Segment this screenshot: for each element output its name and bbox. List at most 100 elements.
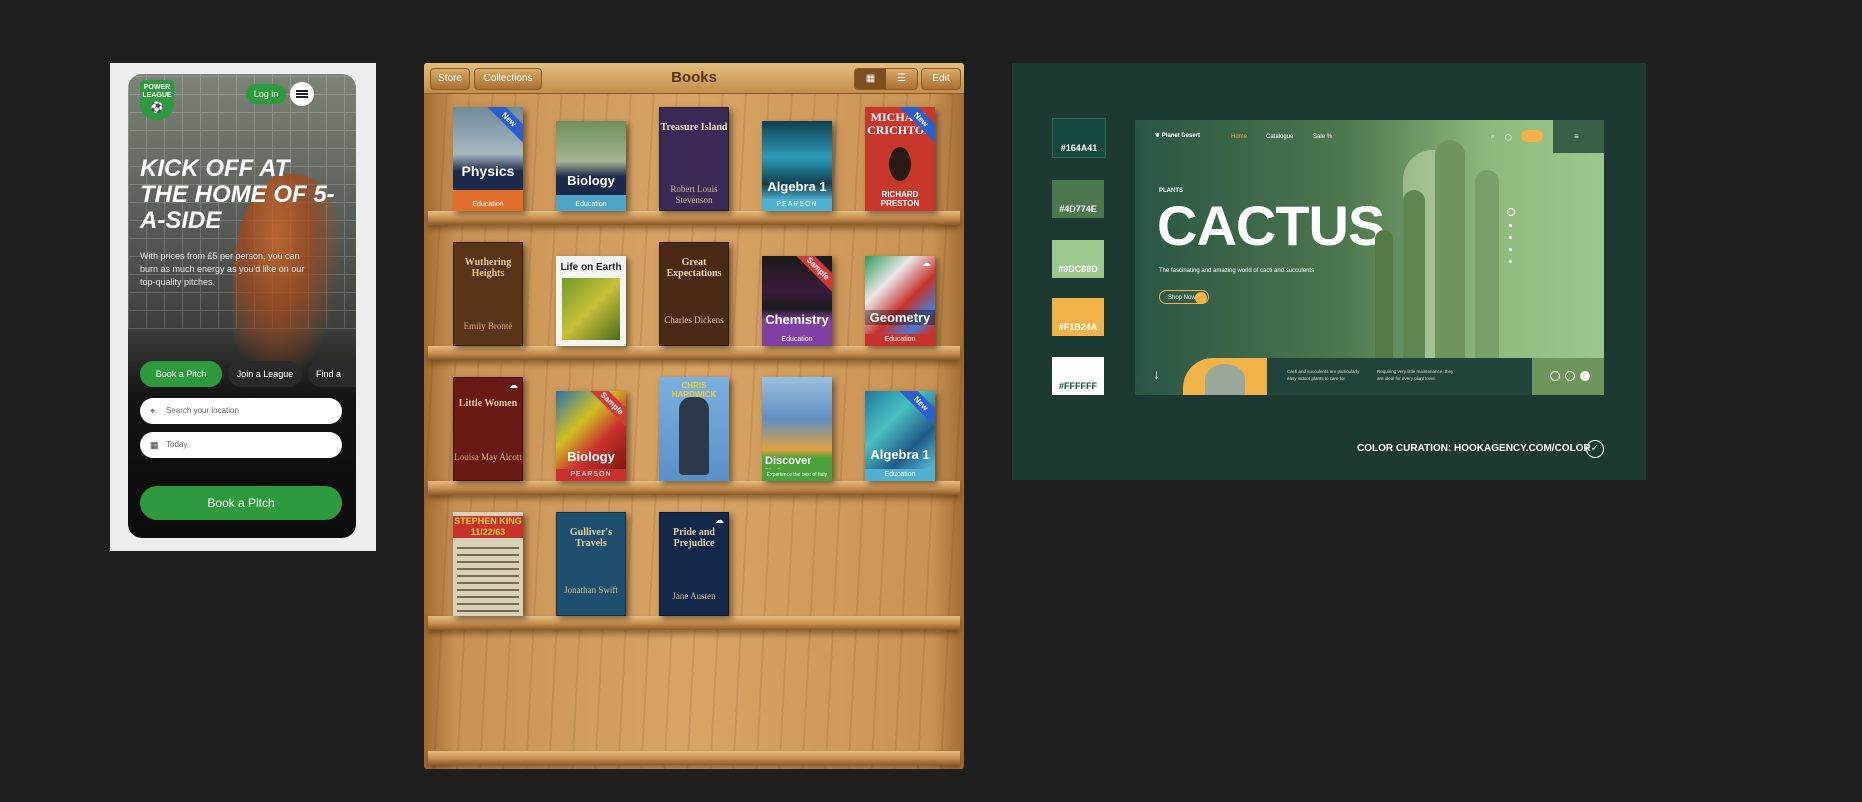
book-cover[interactable]: Gulliver's Travels Jonathan Swift bbox=[556, 512, 626, 616]
book-publisher: PEARSON bbox=[762, 199, 832, 211]
cart-icon[interactable] bbox=[1521, 130, 1543, 142]
book-cover[interactable]: Wuthering Heights Emily Brontë bbox=[453, 242, 523, 346]
cloud-download-icon[interactable]: ☁ bbox=[715, 515, 724, 526]
logo-text-line1: POWER bbox=[143, 84, 171, 91]
view-toggle: ▦ ☰ bbox=[854, 68, 918, 90]
book-title: Wuthering Heights bbox=[464, 257, 512, 279]
edit-button[interactable]: Edit bbox=[921, 68, 961, 90]
collections-button[interactable]: Collections bbox=[474, 68, 542, 90]
succulent-pot-image bbox=[1183, 358, 1267, 395]
book-title: Biology bbox=[567, 173, 615, 188]
slider-dot[interactable] bbox=[1509, 248, 1512, 251]
beetle-illustration bbox=[889, 147, 911, 181]
book-cover[interactable]: Biology Education bbox=[556, 121, 626, 211]
book-cover[interactable]: Chemistry Education Sample bbox=[762, 256, 832, 346]
book-publisher: Education bbox=[762, 334, 832, 346]
book-publisher: Education bbox=[865, 334, 935, 346]
prev-circle-icon[interactable] bbox=[1550, 371, 1560, 381]
book-author: RICHARD PRESTON bbox=[880, 190, 920, 208]
power-league-logo[interactable]: POWER LEAGUE ⚽ bbox=[140, 80, 174, 120]
book-cover[interactable]: Great Expectations Charles Dickens bbox=[659, 242, 729, 346]
info-strip: Cacti and succulents are particularly ea… bbox=[1267, 358, 1604, 395]
menu-panel: ≡ bbox=[1553, 120, 1604, 153]
login-button[interactable]: Log in bbox=[246, 84, 286, 104]
menu-icon[interactable]: ≡ bbox=[1574, 132, 1579, 141]
book-cover[interactable]: Algebra 1 Education New bbox=[865, 391, 935, 481]
location-pin-icon: ⌖ bbox=[150, 406, 156, 416]
shop-now-button[interactable]: Shop Now bbox=[1159, 290, 1209, 304]
book-cover[interactable]: CHRIS HARDWICK bbox=[659, 377, 729, 481]
color-curation-credit: COLOR CURATION: HOOKAGENCY.COM/COLOR bbox=[1357, 443, 1591, 454]
shelf-plank bbox=[428, 481, 960, 495]
book-cover[interactable]: Algebra 1 PEARSON bbox=[762, 121, 832, 211]
swatch-hex: #164A41 bbox=[1060, 143, 1098, 153]
cactus-main-stem bbox=[1435, 140, 1465, 360]
book-title: Physics bbox=[461, 163, 515, 179]
slider-dot[interactable] bbox=[1509, 224, 1512, 227]
tab-join-a-league[interactable]: Join a League bbox=[228, 361, 302, 387]
book-author: Robert Louis Stevenson bbox=[670, 184, 718, 205]
list-view-icon[interactable]: ☰ bbox=[886, 69, 917, 89]
book-title: Biology bbox=[567, 449, 615, 464]
book-cover[interactable]: Physics Education New bbox=[453, 107, 523, 211]
swatch-ffffff: #FFFFFF bbox=[1052, 357, 1104, 395]
next-circle-icon[interactable] bbox=[1580, 371, 1590, 381]
tab-find[interactable]: Find a bbox=[308, 361, 356, 387]
shelf-plank bbox=[428, 346, 960, 360]
book-cover[interactable]: Discover Italy Experience the best of It… bbox=[762, 377, 832, 481]
slider-dot-active[interactable] bbox=[1507, 208, 1515, 216]
planet-desert-logo[interactable]: ❦ Planet Desert bbox=[1155, 132, 1200, 139]
cloud-download-icon[interactable]: ☁ bbox=[509, 380, 518, 391]
scroll-down-arrow-icon[interactable]: ↓ bbox=[1153, 366, 1160, 382]
cover-photo-insect bbox=[562, 278, 620, 340]
pause-circle-icon[interactable] bbox=[1565, 371, 1575, 381]
ibooks-bookshelf: Books Store Collections ▦ ☰ Edit Physics… bbox=[424, 63, 964, 769]
book-cover[interactable]: STEPHEN KING 11/22/63 bbox=[453, 512, 523, 616]
phone-screen: POWER LEAGUE ⚽ Log in KICK OFF AT THE HO… bbox=[128, 74, 356, 538]
swatch-4d774e: #4D774E bbox=[1052, 180, 1104, 218]
book-title: Algebra 1 bbox=[767, 179, 827, 194]
book-cover[interactable]: Pride and Prejudice Jane Austen ☁ bbox=[659, 512, 729, 616]
swatch-hex: #4D774E bbox=[1059, 204, 1097, 214]
book-cover[interactable]: Geometry Education ☁ bbox=[865, 256, 935, 346]
cover-photo-person bbox=[679, 397, 709, 475]
cactus-website-preview: ❦ Planet Desert Home Catalogue Sale % ⌕ … bbox=[1135, 120, 1604, 395]
date-field[interactable]: ▦ Today bbox=[140, 432, 342, 458]
football-icon: ⚽ bbox=[150, 102, 164, 114]
grid-view-icon[interactable]: ▦ bbox=[855, 69, 886, 89]
calendar-icon: ▦ bbox=[150, 440, 159, 450]
shop-now-label: Shop Now bbox=[1168, 295, 1196, 301]
hamburger-menu-icon[interactable] bbox=[290, 82, 314, 106]
book-author: Louisa May Alcott bbox=[454, 452, 522, 462]
book-cover[interactable]: Life on Earth bbox=[556, 256, 626, 346]
location-placeholder: Search your location bbox=[166, 406, 239, 415]
swatch-hex: #FFFFFF bbox=[1059, 381, 1097, 391]
book-cover[interactable]: MICHAEL CRICHTON RICHARD PRESTON New bbox=[865, 107, 935, 211]
tab-book-a-pitch[interactable]: Book a Pitch bbox=[140, 361, 222, 387]
user-icon[interactable]: ◯ bbox=[1505, 134, 1512, 141]
nav-catalogue[interactable]: Catalogue bbox=[1266, 134, 1293, 140]
book-cover[interactable]: Little Women Louisa May Alcott ☁ bbox=[453, 377, 523, 481]
book-title: STEPHEN KING 11/22/63 bbox=[453, 516, 523, 538]
nav-home[interactable]: Home bbox=[1231, 134, 1247, 140]
search-icon[interactable]: ⌕ bbox=[1491, 134, 1494, 141]
hook-agency-logo-icon[interactable]: ✓ bbox=[1586, 440, 1604, 458]
store-button[interactable]: Store bbox=[430, 68, 470, 90]
nav-sale[interactable]: Sale % bbox=[1313, 134, 1332, 140]
book-title: Little Women bbox=[458, 398, 518, 409]
book-cover[interactable]: Biology PEARSON Sample bbox=[556, 391, 626, 481]
slider-dot[interactable] bbox=[1509, 260, 1512, 263]
cloud-download-icon[interactable]: ☁ bbox=[922, 258, 931, 269]
cactus-headline: CACTUS bbox=[1157, 194, 1385, 257]
cactus-left-arm bbox=[1403, 190, 1425, 360]
book-publisher: Education bbox=[453, 199, 523, 211]
book-a-pitch-button[interactable]: Book a Pitch bbox=[140, 486, 342, 520]
cactus-right-arm bbox=[1475, 170, 1499, 360]
book-publisher: Education bbox=[865, 469, 935, 481]
book-author: Emily Brontë bbox=[463, 321, 513, 331]
shelf-plank bbox=[428, 616, 960, 630]
location-search-input[interactable]: ⌖ Search your location bbox=[140, 398, 342, 424]
slider-dot[interactable] bbox=[1509, 236, 1512, 239]
info-note-1: Cacti and succulents are particularly ea… bbox=[1287, 369, 1360, 381]
book-cover[interactable]: Treasure Island Robert Louis Stevenson bbox=[659, 107, 729, 211]
